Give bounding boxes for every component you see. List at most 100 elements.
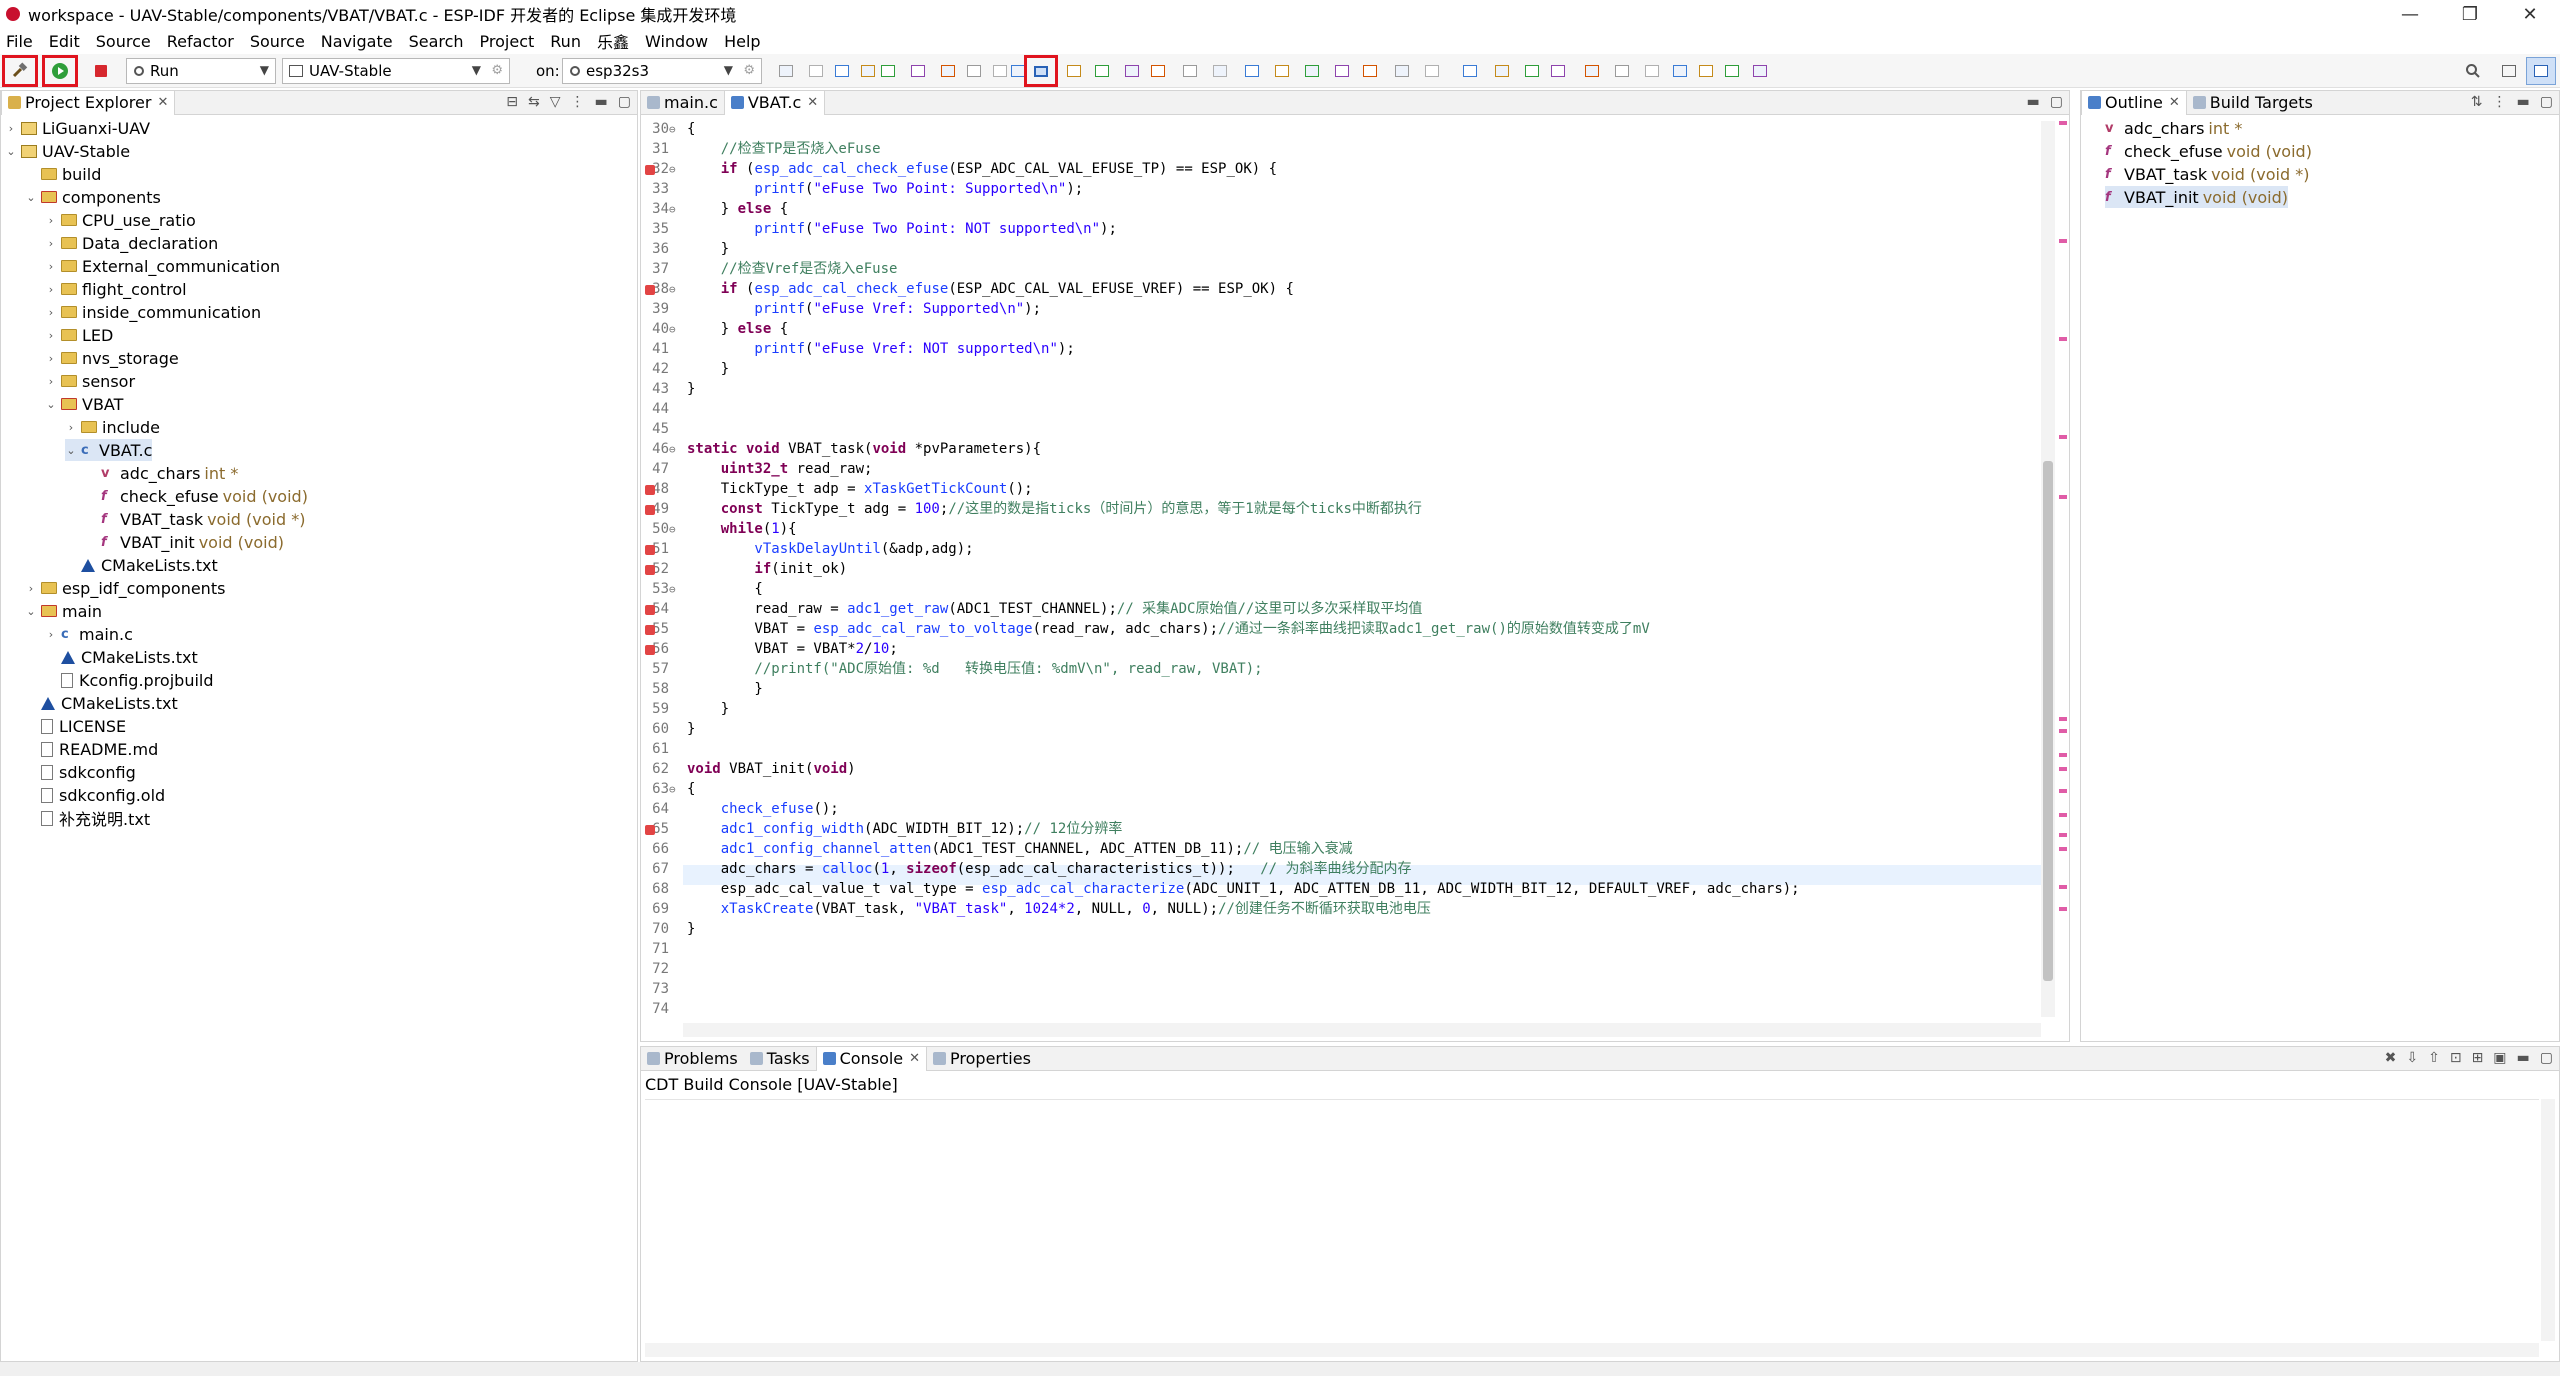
stop-button[interactable] bbox=[86, 57, 116, 85]
toolbar-action-10[interactable] bbox=[1062, 57, 1086, 85]
filter-icon[interactable]: ▽ bbox=[550, 94, 561, 110]
close-icon[interactable]: ✕ bbox=[909, 1051, 920, 1066]
minimize-button[interactable]: — bbox=[2380, 0, 2440, 28]
fold-toggle-icon[interactable]: ⊖ bbox=[669, 283, 676, 296]
tab-editor-0[interactable]: main.c bbox=[641, 91, 724, 115]
close-icon[interactable]: ✕ bbox=[807, 95, 818, 110]
tree-item[interactable]: › include bbox=[65, 416, 160, 438]
code-editor[interactable]: 30 ⊖ 31 32 ⊖ 33 34 ⊖ 35 36 37 38 ⊖ 39 40 ⊖ 41 42 43 44 45 46 ⊖… bbox=[641, 117, 2069, 1041]
edit-config-gear-icon[interactable]: ⚙ bbox=[491, 63, 503, 78]
chevron-right-icon[interactable]: › bbox=[45, 214, 57, 227]
tab-outline-1[interactable]: Build Targets bbox=[2187, 91, 2319, 115]
toolbar-action-4[interactable] bbox=[876, 57, 900, 85]
tree-item[interactable]: › LiGuanxi-UAV bbox=[5, 117, 150, 139]
tab-console-1[interactable]: Tasks bbox=[744, 1047, 816, 1071]
chevron-right-icon[interactable]: › bbox=[65, 421, 77, 434]
toolbar-action-16[interactable] bbox=[1240, 57, 1264, 85]
minimize-icon[interactable]: ▬ bbox=[2517, 94, 2530, 110]
sort-icon[interactable]: ⇅ bbox=[2471, 94, 2483, 110]
fold-toggle-icon[interactable]: ⊖ bbox=[669, 583, 676, 596]
ruler-marker[interactable] bbox=[2059, 239, 2067, 243]
esp-idf-terminal-button[interactable] bbox=[1024, 55, 1058, 87]
chevron-right-icon[interactable]: › bbox=[5, 122, 17, 135]
tree-item[interactable]: ⌄ UAV-Stable bbox=[5, 140, 130, 162]
fold-toggle-icon[interactable]: ⊖ bbox=[669, 443, 676, 456]
console-horizontal-scrollbar[interactable] bbox=[645, 1343, 2539, 1357]
scroll-lock-icon[interactable]: ⊡ bbox=[2450, 1050, 2462, 1066]
tree-item[interactable]: › LED bbox=[45, 324, 114, 346]
view-menu-icon[interactable]: ⋮ bbox=[2493, 94, 2507, 110]
tree-item[interactable]: › External_communication bbox=[45, 255, 280, 277]
fold-toggle-icon[interactable]: ⊖ bbox=[669, 783, 676, 796]
problem-marker-icon[interactable] bbox=[645, 485, 655, 495]
previous-error-icon[interactable]: ⇧ bbox=[2428, 1050, 2440, 1066]
menu-item-1[interactable]: Edit bbox=[49, 32, 80, 51]
ruler-marker[interactable] bbox=[2059, 907, 2067, 911]
minimize-icon[interactable]: ▬ bbox=[595, 94, 608, 110]
fold-toggle-icon[interactable]: ⊖ bbox=[669, 323, 676, 336]
menu-item-7[interactable]: Project bbox=[480, 32, 535, 51]
minimize-icon[interactable]: ▬ bbox=[2517, 1050, 2530, 1066]
outline-item[interactable]: f VBAT_init void (void) bbox=[2105, 186, 2288, 208]
toolbar-action-5[interactable] bbox=[906, 57, 930, 85]
chevron-down-icon[interactable]: ⌄ bbox=[65, 444, 77, 457]
console-output[interactable] bbox=[645, 1099, 2539, 1341]
toolbar-action-12[interactable] bbox=[1120, 57, 1144, 85]
tab-project-explorer[interactable]: Project Explorer ✕ bbox=[1, 90, 176, 115]
problem-marker-icon[interactable] bbox=[645, 285, 655, 295]
link-editor-icon[interactable]: ⇆ bbox=[528, 94, 540, 110]
menu-item-8[interactable]: Run bbox=[550, 32, 581, 51]
fold-toggle-icon[interactable]: ⊖ bbox=[669, 123, 676, 136]
maximize-icon[interactable]: ▢ bbox=[2050, 94, 2063, 110]
chevron-right-icon[interactable]: › bbox=[45, 283, 57, 296]
tree-item[interactable]: CMakeLists.txt bbox=[45, 646, 198, 668]
ruler-marker[interactable] bbox=[2059, 847, 2067, 851]
toolbar-action-2[interactable] bbox=[830, 57, 854, 85]
problem-marker-icon[interactable] bbox=[645, 645, 655, 655]
chevron-right-icon[interactable]: › bbox=[45, 260, 57, 273]
tree-item[interactable]: LICENSE bbox=[25, 715, 126, 737]
overview-ruler[interactable] bbox=[2057, 117, 2069, 1017]
fold-toggle-icon[interactable]: ⊖ bbox=[669, 203, 676, 216]
tab-console-3[interactable]: Properties bbox=[927, 1047, 1037, 1071]
menu-item-9[interactable]: 乐鑫 bbox=[597, 29, 629, 53]
problem-marker-icon[interactable] bbox=[645, 565, 655, 575]
toolbar-action-19[interactable] bbox=[1330, 57, 1354, 85]
tree-item[interactable]: › c main.c bbox=[45, 623, 133, 645]
toolbar-action-29[interactable] bbox=[1640, 57, 1664, 85]
open-perspective-button[interactable] bbox=[2494, 57, 2524, 85]
editor-horizontal-scrollbar[interactable] bbox=[683, 1023, 2041, 1037]
problem-marker-icon[interactable] bbox=[645, 505, 655, 515]
remove-launch-icon[interactable]: ✖ bbox=[2385, 1050, 2397, 1066]
ruler-marker[interactable] bbox=[2059, 337, 2067, 341]
tree-item[interactable]: ⌄ main bbox=[25, 600, 102, 622]
chevron-down-icon[interactable]: ⌄ bbox=[45, 398, 57, 411]
tree-item[interactable]: 补充说明.txt bbox=[25, 807, 150, 829]
toolbar-action-28[interactable] bbox=[1610, 57, 1634, 85]
toolbar-action-26[interactable] bbox=[1546, 57, 1570, 85]
launch-config-combo[interactable]: UAV-Stable ▼ ⚙ bbox=[282, 58, 510, 84]
tree-item[interactable]: CMakeLists.txt bbox=[25, 692, 178, 714]
ruler-marker[interactable] bbox=[2059, 729, 2067, 733]
toolbar-action-1[interactable] bbox=[804, 57, 828, 85]
ruler-marker[interactable] bbox=[2059, 833, 2067, 837]
chevron-right-icon[interactable]: › bbox=[45, 237, 57, 250]
toolbar-action-20[interactable] bbox=[1358, 57, 1382, 85]
chevron-right-icon[interactable]: › bbox=[45, 329, 57, 342]
console-vertical-scrollbar[interactable] bbox=[2541, 1099, 2555, 1341]
tree-item[interactable]: f VBAT_task void (void *) bbox=[85, 508, 305, 530]
toolbar-action-22[interactable] bbox=[1420, 57, 1444, 85]
view-menu-icon[interactable]: ⋮ bbox=[571, 94, 585, 110]
toolbar-action-27[interactable] bbox=[1580, 57, 1604, 85]
outline-item[interactable]: f VBAT_task void (void *) bbox=[2105, 163, 2309, 185]
menu-item-2[interactable]: Source bbox=[96, 32, 151, 51]
problem-marker-icon[interactable] bbox=[645, 545, 655, 555]
problem-marker-icon[interactable] bbox=[645, 825, 655, 835]
toolbar-action-30[interactable] bbox=[1668, 57, 1692, 85]
tree-item[interactable]: build bbox=[25, 163, 101, 185]
ruler-marker[interactable] bbox=[2059, 789, 2067, 793]
tab-outline-0[interactable]: Outline ✕ bbox=[2081, 90, 2187, 115]
menu-item-6[interactable]: Search bbox=[409, 32, 464, 51]
maximize-button[interactable]: ❐ bbox=[2440, 0, 2500, 28]
menu-item-3[interactable]: Refactor bbox=[167, 32, 234, 51]
